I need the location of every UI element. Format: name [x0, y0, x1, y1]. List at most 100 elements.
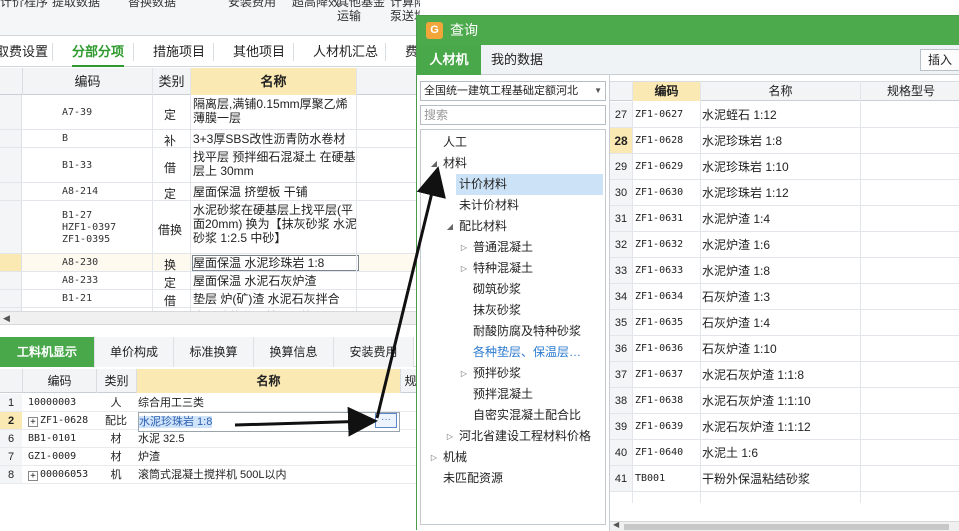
row-gutter[interactable]: [0, 148, 22, 182]
row-gutter[interactable]: [0, 183, 22, 200]
tab-resource-summary[interactable]: 人材机汇总: [313, 37, 378, 67]
tab-resources[interactable]: 人材机: [417, 45, 481, 75]
table-row[interactable]: 36 ZF1-0636 石灰炉渣 1:10: [610, 336, 959, 362]
col-type[interactable]: 类别: [96, 369, 136, 393]
tab-conversion-info[interactable]: 换算信息: [254, 337, 334, 367]
toolbar-item-height[interactable]: 超高降效: [292, 0, 340, 10]
tab-measures[interactable]: 措施项目: [153, 37, 205, 67]
table-row[interactable]: 29 ZF1-0629 水泥珍珠岩 1:10: [610, 154, 959, 180]
list-item[interactable]: 7 GZ1-0009 材 炉渣: [0, 448, 420, 466]
scroll-left-icon[interactable]: ◀: [613, 520, 619, 529]
table-row[interactable]: 28 ZF1-0628 水泥珍珠岩 1:8: [610, 128, 959, 154]
tree-node[interactable]: 计价材料: [421, 174, 605, 195]
expand-arrow-icon[interactable]: ▷: [445, 426, 455, 447]
tree-node[interactable]: 未匹配资源: [421, 468, 605, 489]
col-name[interactable]: 名称: [136, 369, 400, 393]
list-item[interactable]: 8 +00006053 机 滚筒式混凝土搅拌机 500L以内: [0, 466, 420, 484]
table-row[interactable]: 27 ZF1-0627 水泥蛭石 1:12: [610, 102, 959, 128]
toolbar-item-install[interactable]: 安装费用: [228, 0, 276, 10]
row-gutter[interactable]: [0, 254, 22, 271]
horizontal-scrollbar[interactable]: ◀: [0, 311, 420, 325]
list-item[interactable]: 1 10000003 人 综合用工三类: [0, 394, 420, 412]
col-code[interactable]: 编码: [22, 369, 96, 393]
toolbar-item-replace[interactable]: 替换数据: [128, 0, 176, 10]
tree-node[interactable]: 砌筑砂浆: [421, 279, 605, 300]
table-row[interactable]: A8-230 换 屋面保温 水泥珍珠岩 1:8: [0, 254, 420, 272]
table-row[interactable]: A8-214 定 屋面保温 挤塑板 干铺: [0, 183, 420, 201]
tree-node[interactable]: ▷ 机械: [421, 447, 605, 468]
col-spec[interactable]: 规格型号: [860, 82, 959, 101]
table-row[interactable]: 40 ZF1-0640 水泥土 1:6: [610, 440, 959, 466]
table-row[interactable]: 35 ZF1-0635 石灰炉渣 1:4: [610, 310, 959, 336]
row-name[interactable]: 水泥珍珠岩 1:8: [138, 412, 400, 432]
table-row[interactable]: 39 ZF1-0639 水泥石灰炉渣 1:1:12: [610, 414, 959, 440]
list-item[interactable]: 6 BB1-0101 材 水泥 32.5: [0, 430, 420, 448]
quota-library-select[interactable]: 全国统一建筑工程基础定额河北 ▼: [420, 81, 606, 101]
table-row[interactable]: B1-27 HZF1-0397 ZF1-0395 借换 水泥砂浆在硬基层上找平层(平…: [0, 201, 420, 254]
tree-node[interactable]: 预拌混凝土: [421, 384, 605, 405]
table-row[interactable]: B 补 3+3厚SBS改性沥青防水卷材: [0, 130, 420, 148]
expand-arrow-icon[interactable]: ▷: [459, 237, 469, 258]
tab-other-items[interactable]: 其他项目: [233, 37, 285, 67]
tree-node[interactable]: 自密实混凝土配合比: [421, 405, 605, 426]
table-row[interactable]: 37 ZF1-0637 水泥石灰炉渣 1:1:8: [610, 362, 959, 388]
toolbar-item-transport[interactable]: 运输: [337, 7, 361, 24]
col-type[interactable]: 类别: [152, 68, 190, 95]
table-row[interactable]: 34 ZF1-0634 石灰炉渣 1:3: [610, 284, 959, 310]
tab-unit-price[interactable]: 单价构成: [95, 337, 174, 367]
tree-node[interactable]: 未计价材料: [421, 195, 605, 216]
collapse-arrow-icon[interactable]: ◢: [429, 153, 439, 174]
list-item[interactable]: 2 + ZF1-0628 配比 水泥珍珠岩 1:8 ···: [0, 412, 420, 432]
collapse-arrow-icon[interactable]: ◢: [445, 216, 455, 237]
scrollbar-thumb[interactable]: [624, 524, 949, 530]
table-row[interactable]: B1-21 借 垫层 炉(矿)渣 水泥石灰拌合: [0, 290, 420, 308]
tab-fee-settings[interactable]: 取费设置: [0, 37, 48, 67]
row-gutter[interactable]: [0, 201, 22, 253]
tab-resource-display[interactable]: 工料机显示: [0, 337, 95, 367]
row-gutter[interactable]: [0, 130, 22, 147]
scroll-left-icon[interactable]: ◀: [3, 313, 10, 324]
col-name[interactable]: 名称: [190, 68, 356, 95]
col-name[interactable]: 名称: [700, 82, 860, 101]
tree-node[interactable]: 人工: [421, 132, 605, 153]
tree-node[interactable]: ◢ 配比材料: [421, 216, 605, 237]
table-row[interactable]: B1-33 借 找平层 预拌细石混凝土 在硬基层上 30mm: [0, 148, 420, 183]
table-row[interactable]: A7-39 定 隔离层,满铺0.15mm厚聚乙烯薄膜一层: [0, 95, 420, 130]
tree-node[interactable]: ▷ 特种混凝土: [421, 258, 605, 279]
table-row[interactable]: 33 ZF1-0633 水泥炉渣 1:8: [610, 258, 959, 284]
tab-standard-conversion[interactable]: 标准换算: [174, 337, 254, 367]
table-row[interactable]: 38 ZF1-0638 水泥石灰炉渣 1:1:10: [610, 388, 959, 414]
expand-arrow-icon[interactable]: ▷: [459, 258, 469, 279]
col-code[interactable]: 编码: [22, 68, 152, 95]
table-row[interactable]: A8-233 定 屋面保温 水泥石灰炉渣: [0, 272, 420, 290]
insert-button[interactable]: 插入: [920, 49, 959, 71]
tree-node[interactable]: ◢ 材料: [421, 153, 605, 174]
row-gutter[interactable]: [0, 272, 22, 289]
expand-icon[interactable]: +: [28, 471, 38, 481]
tree-node[interactable]: ▷ 普通混凝土: [421, 237, 605, 258]
table-row[interactable]: 41 TB001 干粉外保温粘结砂浆: [610, 466, 959, 492]
dialog-titlebar[interactable]: G 查询: [417, 16, 959, 45]
table-row[interactable]: 32 ZF1-0632 水泥炉渣 1:6: [610, 232, 959, 258]
toolbar-item-extract[interactable]: 提取数据: [52, 0, 100, 10]
expand-arrow-icon[interactable]: ▷: [429, 447, 439, 468]
row-gutter[interactable]: [0, 95, 22, 129]
toolbar-item-pricing[interactable]: 计价程序: [0, 0, 48, 10]
col-code[interactable]: 编码: [632, 82, 700, 101]
table-row[interactable]: 30 ZF1-0630 水泥珍珠岩 1:12: [610, 180, 959, 206]
browse-button[interactable]: ···: [375, 413, 397, 428]
tab-install-fee[interactable]: 安装费用: [334, 337, 414, 367]
chevron-down-icon[interactable]: ▼: [594, 82, 602, 100]
tree-node[interactable]: 耐酸防腐及特种砂浆: [421, 321, 605, 342]
expand-icon[interactable]: +: [28, 417, 38, 427]
row-gutter[interactable]: [0, 290, 22, 307]
tab-sections[interactable]: 分部分项: [72, 37, 125, 67]
tab-my-data[interactable]: 我的数据: [481, 45, 553, 75]
tree-node[interactable]: 各种垫层、保温层…: [421, 342, 605, 363]
tree-node[interactable]: 抹灰砂浆: [421, 300, 605, 321]
table-row[interactable]: 31 ZF1-0631 水泥炉渣 1:4: [610, 206, 959, 232]
row-name-selected-text[interactable]: 水泥珍珠岩 1:8: [139, 416, 213, 428]
expand-arrow-icon[interactable]: ▷: [459, 363, 469, 384]
tree-node[interactable]: ▷ 河北省建设工程材料价格: [421, 426, 605, 447]
search-input[interactable]: 搜索: [420, 105, 606, 125]
